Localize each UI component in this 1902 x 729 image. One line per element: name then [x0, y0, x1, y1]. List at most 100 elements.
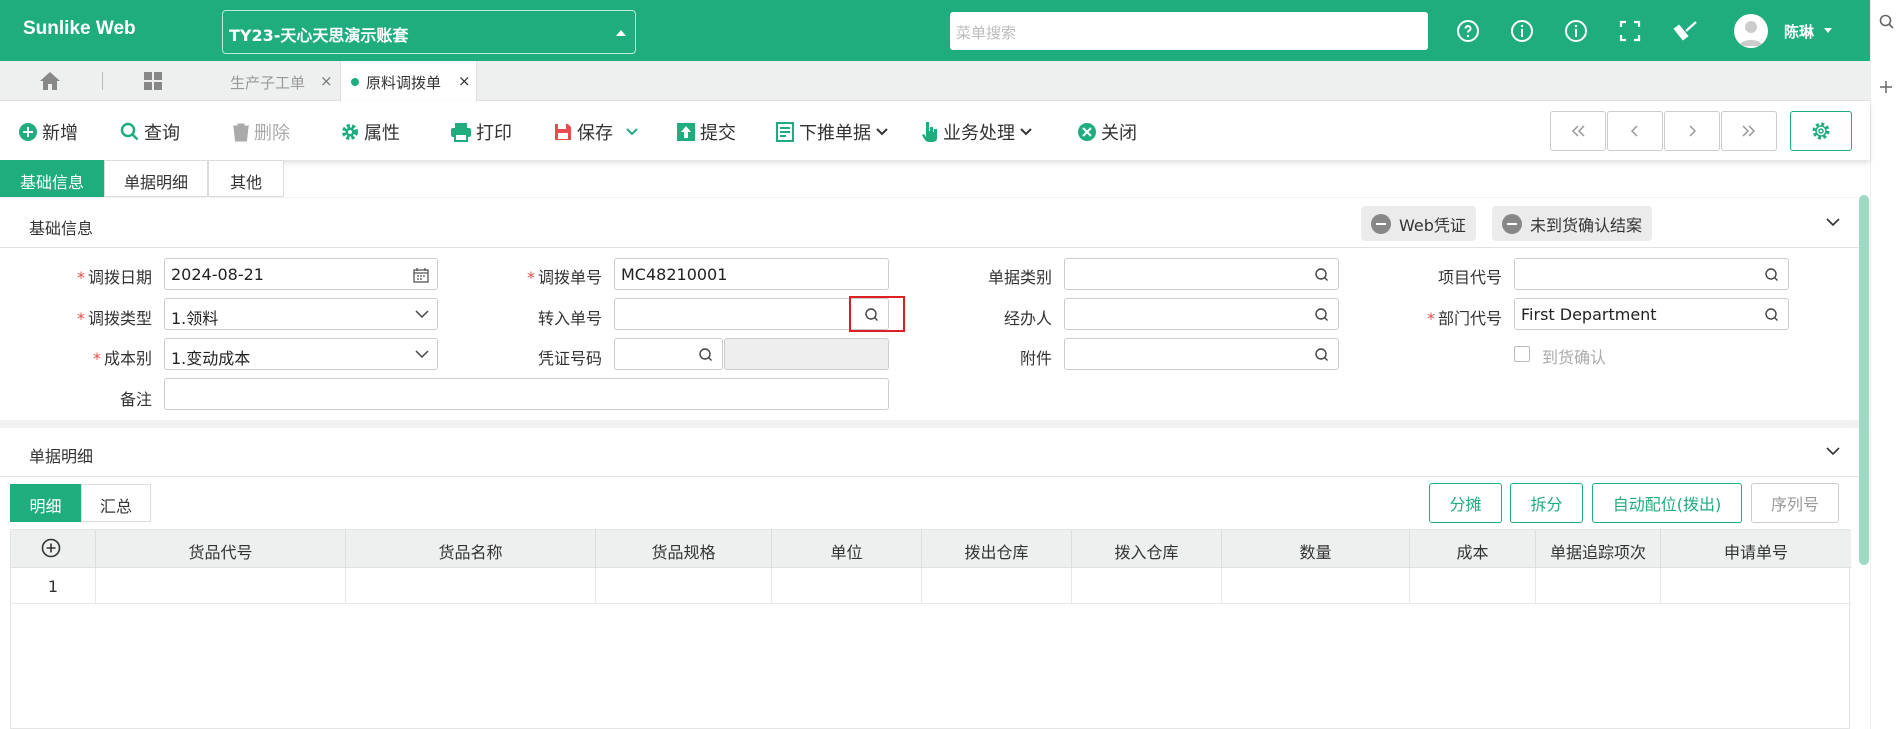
close-icon[interactable]: × [320, 72, 333, 90]
prev-record-button[interactable] [1607, 111, 1663, 151]
col-item-spec[interactable]: 货品规格 [596, 530, 772, 568]
plus-circle-icon[interactable] [41, 538, 61, 558]
print-button[interactable]: 打印 [450, 119, 512, 145]
col-request-no[interactable]: 申请单号 [1661, 530, 1851, 568]
info-icon[interactable] [1510, 19, 1534, 43]
search-icon[interactable] [1879, 14, 1895, 30]
first-record-button[interactable] [1550, 111, 1606, 151]
chevron-down-icon[interactable] [1825, 217, 1841, 227]
project-field[interactable] [1514, 258, 1789, 290]
tab-production-suborder[interactable]: 生产子工单 × [210, 61, 340, 101]
search-icon[interactable] [1764, 267, 1780, 283]
account-selector[interactable]: TY23-天心天思演示账套 [222, 10, 636, 54]
search-icon[interactable] [1314, 347, 1330, 363]
col-trace-item[interactable]: 单据追踪项次 [1536, 530, 1661, 568]
cost-type-select[interactable]: 1.变动成本 [164, 338, 438, 370]
cell-request-no[interactable] [1661, 568, 1851, 604]
search-icon[interactable] [1764, 307, 1780, 323]
serial-number-button[interactable]: 序列号 [1751, 483, 1839, 523]
voucher-no-field[interactable] [614, 338, 723, 370]
department-field[interactable]: First Department [1514, 298, 1789, 330]
delete-button[interactable]: 删除 [232, 119, 290, 145]
calendar-icon[interactable] [413, 267, 429, 283]
close-icon[interactable]: × [458, 72, 471, 90]
plus-circle-icon [19, 123, 37, 141]
cell-item-code[interactable] [96, 568, 346, 604]
tab-basic-info[interactable]: 基础信息 [0, 160, 104, 197]
avatar[interactable] [1734, 14, 1768, 48]
col-unit[interactable]: 单位 [772, 530, 922, 568]
label-doc-class: 单据类别 [987, 268, 1052, 287]
search-icon[interactable] [1314, 307, 1330, 323]
transfer-type-select[interactable]: 1.领料 [164, 298, 438, 330]
plus-icon[interactable] [1879, 80, 1893, 94]
arrival-confirm-checkbox[interactable] [1514, 346, 1530, 362]
save-button[interactable]: 保存 [553, 119, 639, 145]
doc-class-field[interactable] [1064, 258, 1339, 290]
chevron-down-icon[interactable] [1825, 446, 1841, 456]
last-record-button[interactable] [1721, 111, 1777, 151]
cell-cost[interactable] [1410, 568, 1536, 604]
help-icon[interactable] [1456, 19, 1480, 43]
clear-cache-icon[interactable] [1672, 19, 1698, 43]
split-button[interactable]: 拆分 [1510, 483, 1583, 523]
col-quantity[interactable]: 数量 [1222, 530, 1410, 568]
document-icon [776, 122, 794, 142]
highlight-box [849, 296, 905, 332]
divider [0, 247, 1860, 248]
tab-doc-detail[interactable]: 单据明细 [104, 160, 208, 197]
tab-summary[interactable]: 汇总 [81, 484, 151, 522]
col-out-warehouse[interactable]: 拨出仓库 [922, 530, 1072, 568]
unconfirmed-close-button[interactable]: 未到货确认结案 [1492, 206, 1653, 241]
col-item-name[interactable]: 货品名称 [346, 530, 596, 568]
home-icon[interactable] [39, 71, 61, 91]
push-down-button[interactable]: 下推单据 [775, 119, 889, 145]
auto-allocate-button[interactable]: 自动配位(拨出) [1592, 483, 1742, 523]
attributes-button[interactable]: 属性 [340, 119, 400, 145]
attachment-field[interactable] [1064, 338, 1339, 370]
search-icon[interactable] [1314, 267, 1330, 283]
double-chevron-right-icon [1742, 125, 1756, 137]
cell-unit[interactable] [772, 568, 922, 604]
remark-field[interactable] [164, 378, 889, 410]
fullscreen-icon[interactable] [1618, 19, 1642, 43]
col-item-code[interactable]: 货品代号 [96, 530, 346, 568]
section-title: 单据明细 [29, 447, 94, 466]
cell-quantity[interactable] [1222, 568, 1410, 604]
cell-out-warehouse[interactable] [922, 568, 1072, 604]
cell-item-spec[interactable] [596, 568, 772, 604]
top-bar: Sunlike Web TY23-天心天思演示账套 菜单搜索 陈琳 [0, 0, 1870, 61]
tab-other[interactable]: 其他 [208, 160, 284, 197]
close-button[interactable]: 关闭 [1077, 119, 1137, 145]
business-process-button[interactable]: 业务处理 [921, 119, 1033, 145]
cell-trace-item[interactable] [1536, 568, 1661, 604]
dashboard-icon[interactable] [143, 71, 163, 91]
col-in-warehouse[interactable]: 拨入仓库 [1072, 530, 1222, 568]
settings-button[interactable] [1790, 111, 1852, 151]
tab-detail[interactable]: 明细 [10, 484, 81, 522]
menu-search-input[interactable]: 菜单搜索 [950, 12, 1428, 50]
cell-item-name[interactable] [346, 568, 596, 604]
vertical-scrollbar[interactable] [1859, 195, 1869, 565]
transfer-date-field[interactable]: 2024-08-21 [164, 258, 438, 290]
user-name[interactable]: 陈琳 [1784, 21, 1814, 42]
new-button[interactable]: 新增 [18, 119, 78, 145]
close-circle-icon [1078, 123, 1096, 141]
in-no-field[interactable] [614, 298, 889, 330]
search-icon[interactable] [698, 347, 714, 363]
doc-no-field[interactable]: MC48210001 [614, 258, 889, 290]
cell-in-warehouse[interactable] [1072, 568, 1222, 604]
handler-field[interactable] [1064, 298, 1339, 330]
web-voucher-button[interactable]: Web凭证 [1361, 206, 1476, 241]
right-side-strip [1870, 0, 1902, 729]
table-row[interactable]: 1 [11, 568, 1851, 604]
query-button[interactable]: 查询 [120, 119, 180, 145]
grid-header: 货品代号 货品名称 货品规格 单位 拨出仓库 拨入仓库 数量 成本 单据追踪项次… [11, 530, 1851, 568]
next-record-button[interactable] [1664, 111, 1720, 151]
col-cost[interactable]: 成本 [1410, 530, 1536, 568]
split-share-button[interactable]: 分摊 [1429, 483, 1502, 523]
about-icon[interactable] [1564, 19, 1588, 43]
user-menu-caret-icon[interactable] [1824, 28, 1832, 33]
tab-material-transfer[interactable]: 原料调拨单 × [340, 61, 477, 101]
submit-button[interactable]: 提交 [676, 119, 736, 145]
